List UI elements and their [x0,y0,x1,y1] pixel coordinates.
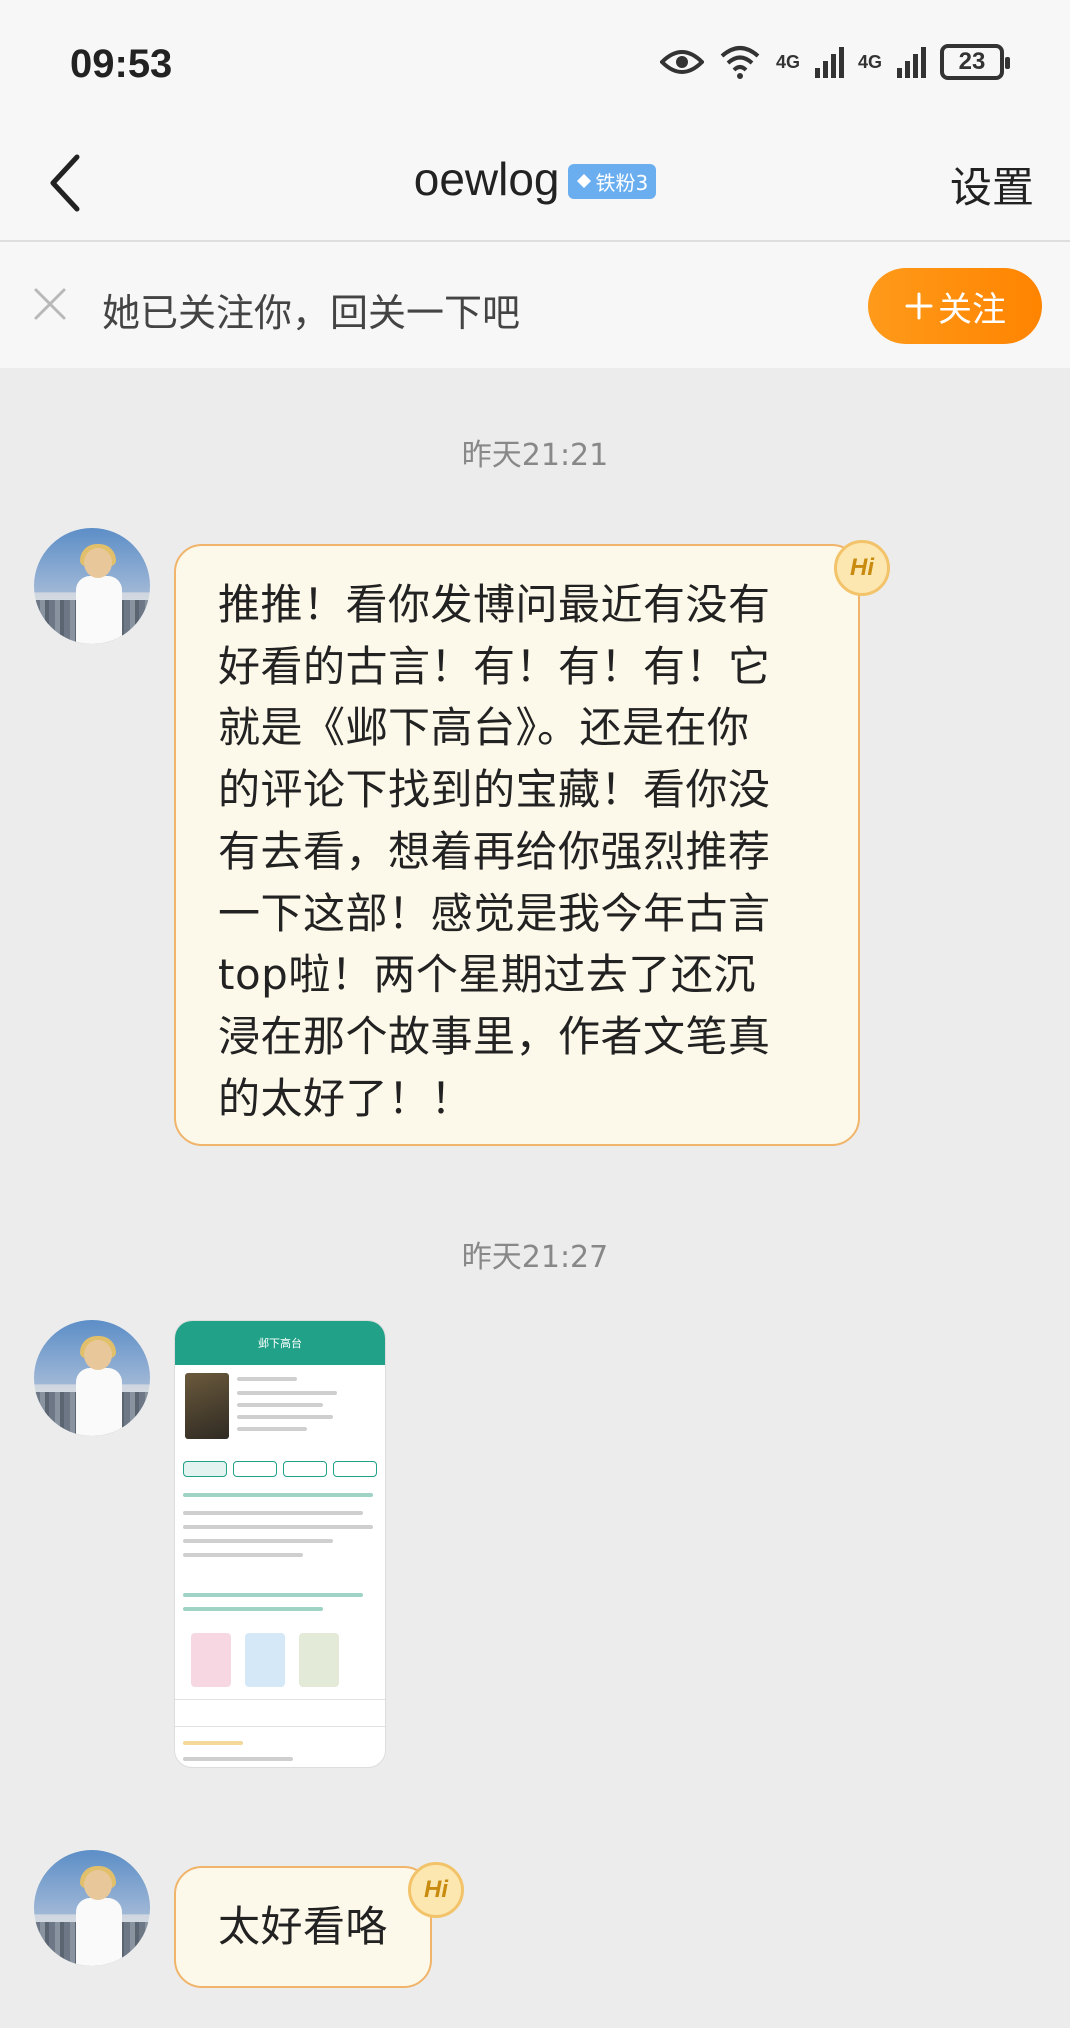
battery-icon: 23 [940,44,1010,80]
diamond-icon [576,174,591,188]
message-timestamp: 昨天21:21 [461,438,609,473]
follow-banner: 她已关注你，回关一下吧 关注 [0,242,1070,368]
nav-title-wrap: oewlog 铁粉3 [0,152,1070,206]
network-label-1: 4G [775,51,800,72]
avatar[interactable] [34,528,150,644]
message-text: 太好看咯 [218,1902,389,1951]
message-timestamp: 昨天21:27 [461,1240,609,1275]
follow-button[interactable]: 关注 [868,268,1042,344]
page-title[interactable]: oewlog [414,152,560,206]
fan-badge: 铁粉3 [567,163,657,199]
follow-button-label: 关注 [938,289,1006,330]
message-bubble[interactable]: 推推！看你发博问最近有没有 好看的古言！有！有！有！它 就是《邺下高台》。还是在… [174,544,860,1146]
status-bar: 09:53 4G 4G 23 [0,0,1070,130]
thumbnail-tabbar [175,1699,385,1727]
message-bubble[interactable]: 太好看咯 [174,1866,432,1988]
avatar[interactable] [34,1320,150,1436]
settings-button[interactable]: 设置 [950,154,1034,215]
follow-banner-text: 她已关注你，回关一下吧 [102,291,521,335]
wifi-icon [720,46,760,79]
thumbnail-header: 邺下高台 [175,1321,385,1365]
hi-badge: Hi [408,1862,464,1918]
thumbnail-title: 邺下高台 [258,1337,302,1350]
fan-badge-label: 铁粉3 [595,170,649,195]
battery-level: 23 [958,48,986,75]
status-icons: 4G 4G 23 [659,44,1010,80]
network-label-2: 4G [857,51,882,72]
shared-image-thumbnail[interactable]: 邺下高台 [174,1320,386,1768]
close-icon[interactable] [32,286,68,322]
plus-icon [905,292,933,320]
eye-icon [659,50,704,74]
avatar[interactable] [34,1850,150,1966]
book-cover [185,1373,229,1439]
signal-icon [897,47,926,78]
hi-badge: Hi [834,540,890,596]
status-time: 09:53 [70,42,173,86]
signal-icon [814,47,844,78]
message-text: 推推！看你发博问最近有没有 好看的古言！有！有！有！它 就是《邺下高台》。还是在… [218,580,771,1123]
nav-bar: oewlog 铁粉3 设置 [0,130,1070,242]
